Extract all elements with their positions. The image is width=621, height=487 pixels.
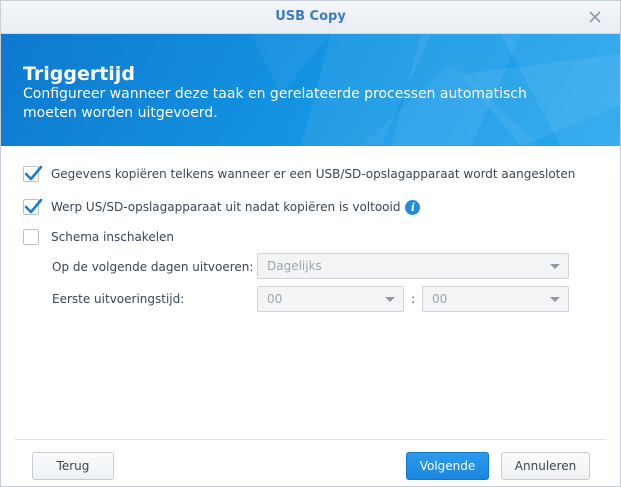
time-separator: : (411, 292, 416, 306)
info-icon[interactable]: i (405, 199, 421, 215)
usb-copy-dialog: USB Copy Triggertijd Configureer wanneer… (0, 0, 621, 487)
enable-schedule-label: Schema inschakelen (51, 230, 175, 244)
checkmark-icon (24, 165, 43, 181)
first-run-time-label: Eerste uitvoeringstijd: (52, 292, 185, 306)
days-label: Op de volgende dagen uitvoeren: (52, 260, 254, 274)
next-button[interactable]: Volgende (406, 452, 489, 480)
enable-schedule-checkbox[interactable] (23, 229, 39, 245)
chevron-down-icon (550, 297, 560, 302)
days-select[interactable]: Dagelijks (257, 253, 569, 279)
copy-on-connect-checkbox[interactable] (23, 165, 43, 182)
banner-description: Configureer wanneer deze taak en gerelat… (23, 86, 527, 121)
banner-title: Triggertijd (23, 63, 135, 85)
copy-on-connect-label: Gegevens kopiëren telkens wanneer er een… (51, 167, 576, 181)
option-enable-schedule[interactable]: Schema inschakelen (23, 227, 174, 247)
window-title: USB Copy (275, 9, 346, 24)
chevron-down-icon (550, 264, 560, 269)
close-icon[interactable] (586, 8, 604, 26)
minute-select[interactable]: 00 (422, 286, 569, 312)
cancel-button[interactable]: Annuleren (501, 452, 590, 480)
hour-select[interactable]: 00 (257, 286, 404, 312)
minute-select-value: 00 (432, 292, 448, 306)
back-button[interactable]: Terug (32, 452, 114, 480)
option-eject-after-copy[interactable]: Werp US/SD-opslagapparaat uit nadat kopi… (23, 197, 421, 217)
chevron-down-icon (385, 297, 395, 302)
footer-divider (15, 439, 606, 440)
eject-after-copy-label: Werp US/SD-opslagapparaat uit nadat kopi… (51, 200, 401, 214)
title-bar: USB Copy (1, 1, 620, 34)
days-select-value: Dagelijks (267, 259, 322, 273)
checkmark-icon (24, 198, 43, 214)
hour-select-value: 00 (267, 292, 283, 306)
header-banner: Triggertijd Configureer wanneer deze taa… (1, 34, 620, 146)
eject-after-copy-checkbox[interactable] (23, 198, 43, 215)
option-copy-on-connect[interactable]: Gegevens kopiëren telkens wanneer er een… (23, 164, 575, 184)
